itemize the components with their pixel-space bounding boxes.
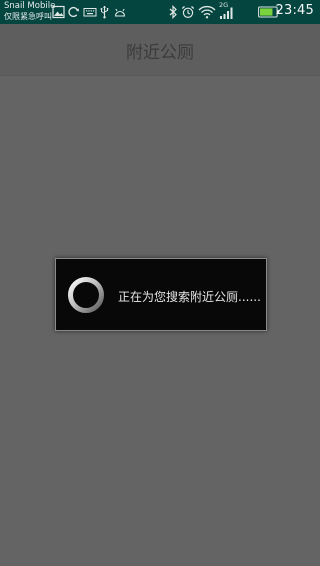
carrier-name: Snail Mobile [4, 1, 56, 11]
picture-icon [52, 5, 65, 19]
usb-icon [100, 5, 109, 19]
keyboard-icon [83, 8, 97, 17]
app-bar: 附近公厕 [0, 24, 320, 76]
bluetooth-icon [169, 5, 177, 19]
carrier-status: 仅限紧急呼叫 [4, 12, 52, 21]
android-debug-icon [114, 8, 126, 17]
status-clock: 23:45 [275, 3, 314, 18]
signal-icon [220, 7, 233, 19]
sync-icon [68, 7, 79, 17]
loading-dialog: 正在为您搜索附近公厕...... [55, 258, 267, 331]
wifi-icon [198, 5, 216, 19]
page-title: 附近公厕 [126, 43, 194, 63]
loading-spinner-icon [68, 277, 104, 313]
loading-message: 正在为您搜索附近公厕...... [118, 290, 261, 304]
carrier-info: Snail Mobile 仅限紧急呼叫 [4, 1, 55, 22]
alarm-icon [181, 6, 195, 19]
status-bar: Snail Mobile 仅限紧急呼叫 2G 23:45 [0, 0, 320, 24]
screen: Snail Mobile 仅限紧急呼叫 2G 23:45 附近公厕 正在为您搜索… [0, 0, 320, 566]
